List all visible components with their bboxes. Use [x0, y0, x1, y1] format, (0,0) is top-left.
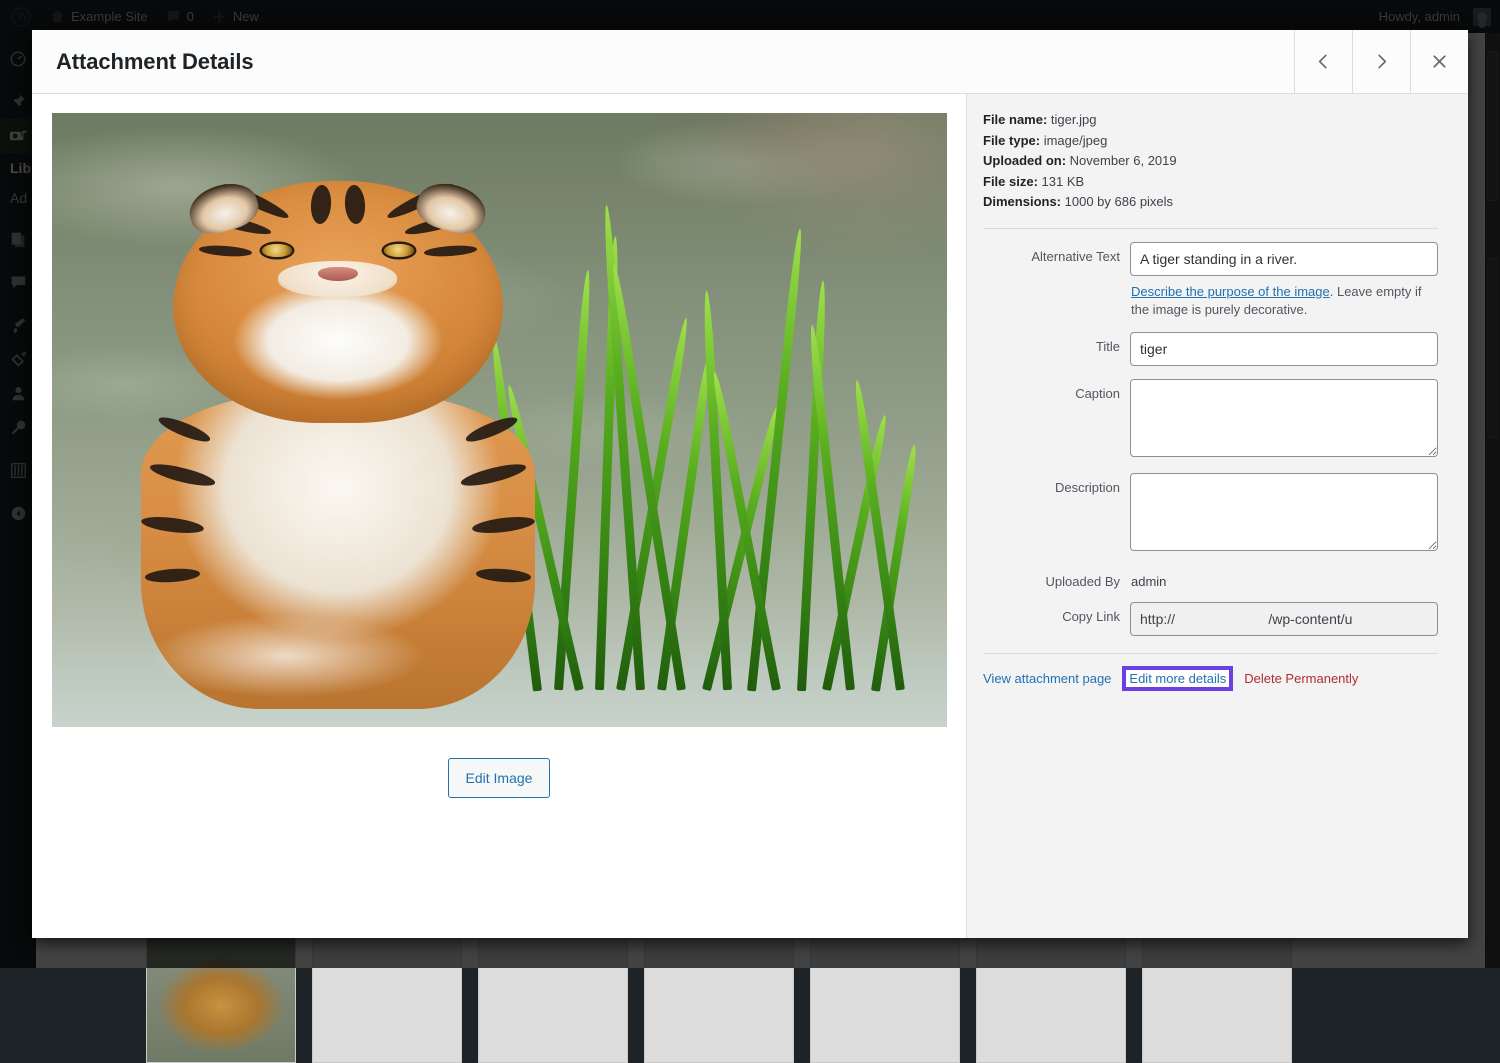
attachment-settings-pane: File name: tiger.jpg File type: image/jp…	[966, 94, 1468, 938]
uploaded-by-row: Uploaded By admin	[983, 567, 1438, 589]
alt-text-row: Alternative Text Describe the purpose of…	[983, 242, 1438, 319]
dimensions-value: 1000 by 686 pixels	[1065, 194, 1173, 209]
tiger-eye-left	[262, 244, 292, 257]
file-size-label: File size:	[983, 174, 1038, 189]
alt-text-help: Describe the purpose of the image. Leave…	[1130, 276, 1438, 319]
previous-attachment-button[interactable]	[1294, 30, 1352, 93]
chevron-left-icon	[1314, 52, 1333, 71]
reed-grass	[517, 150, 929, 690]
delete-permanently-link[interactable]: Delete Permanently	[1244, 671, 1358, 686]
describe-purpose-link[interactable]: Describe the purpose of the image	[1131, 284, 1330, 299]
edit-image-button[interactable]: Edit Image	[448, 758, 551, 798]
description-row: Description	[983, 473, 1438, 554]
uploaded-on-label: Uploaded on:	[983, 153, 1066, 168]
attachment-preview-pane: Edit Image	[32, 94, 966, 938]
water-splash	[149, 614, 425, 698]
close-modal-button[interactable]	[1410, 30, 1468, 93]
divider	[983, 228, 1438, 229]
file-size-value: 131 KB	[1042, 174, 1085, 189]
title-input[interactable]	[1130, 332, 1438, 366]
file-type-value: image/jpeg	[1044, 133, 1108, 148]
edit-more-details-highlight: Edit more details	[1122, 666, 1233, 691]
uploaded-by-value: admin	[1130, 567, 1438, 589]
attachment-details-modal: Attachment Details	[32, 30, 1468, 938]
caption-textarea[interactable]	[1130, 379, 1438, 457]
tiger-eye-right	[384, 244, 414, 257]
copy-link-row: Copy Link	[983, 602, 1438, 636]
file-size-row: File size: 131 KB	[983, 172, 1438, 193]
title-label: Title	[983, 332, 1130, 354]
title-control	[1130, 332, 1438, 366]
alt-text-label: Alternative Text	[983, 242, 1130, 264]
copy-link-input[interactable]	[1130, 602, 1438, 636]
title-row: Title	[983, 332, 1438, 366]
attachment-actions: View attachment page Edit more details D…	[983, 666, 1438, 691]
caption-row: Caption	[983, 379, 1438, 460]
close-x-icon	[1430, 52, 1449, 71]
caption-label: Caption	[983, 379, 1130, 401]
uploaded-on-row: Uploaded on: November 6, 2019	[983, 151, 1438, 172]
file-type-row: File type: image/jpeg	[983, 131, 1438, 152]
dimensions-label: Dimensions:	[983, 194, 1061, 209]
uploaded-on-value: November 6, 2019	[1070, 153, 1177, 168]
copy-link-control	[1130, 602, 1438, 636]
wp-admin-root: Example Site 0 New Howdy, admin	[0, 0, 1500, 968]
description-label: Description	[983, 473, 1130, 495]
chevron-right-icon	[1372, 52, 1391, 71]
file-type-label: File type:	[983, 133, 1040, 148]
page-title: Attachment Details	[32, 30, 1294, 93]
file-name-value: tiger.jpg	[1051, 112, 1097, 127]
uploaded-by-label: Uploaded By	[983, 567, 1130, 589]
uploaded-by-control: admin	[1130, 567, 1438, 589]
alt-text-control: Describe the purpose of the image. Leave…	[1130, 242, 1438, 319]
file-name-row: File name: tiger.jpg	[983, 110, 1438, 131]
next-attachment-button[interactable]	[1352, 30, 1410, 93]
tiger-subject	[141, 181, 535, 709]
attachment-image	[52, 113, 947, 727]
view-attachment-page-link[interactable]: View attachment page	[983, 671, 1111, 686]
description-textarea[interactable]	[1130, 473, 1438, 551]
modal-body: Edit Image File name: tiger.jpg File typ…	[32, 94, 1468, 938]
description-control	[1130, 473, 1438, 554]
dimensions-row: Dimensions: 1000 by 686 pixels	[983, 192, 1438, 213]
copy-link-label: Copy Link	[983, 602, 1130, 624]
divider	[983, 653, 1438, 654]
modal-header: Attachment Details	[32, 30, 1468, 94]
edit-more-details-link[interactable]: Edit more details	[1129, 671, 1226, 686]
edit-image-row: Edit Image	[52, 727, 946, 798]
alt-text-input[interactable]	[1130, 242, 1438, 276]
file-name-label: File name:	[983, 112, 1047, 127]
tiger-head	[173, 181, 504, 424]
caption-control	[1130, 379, 1438, 460]
